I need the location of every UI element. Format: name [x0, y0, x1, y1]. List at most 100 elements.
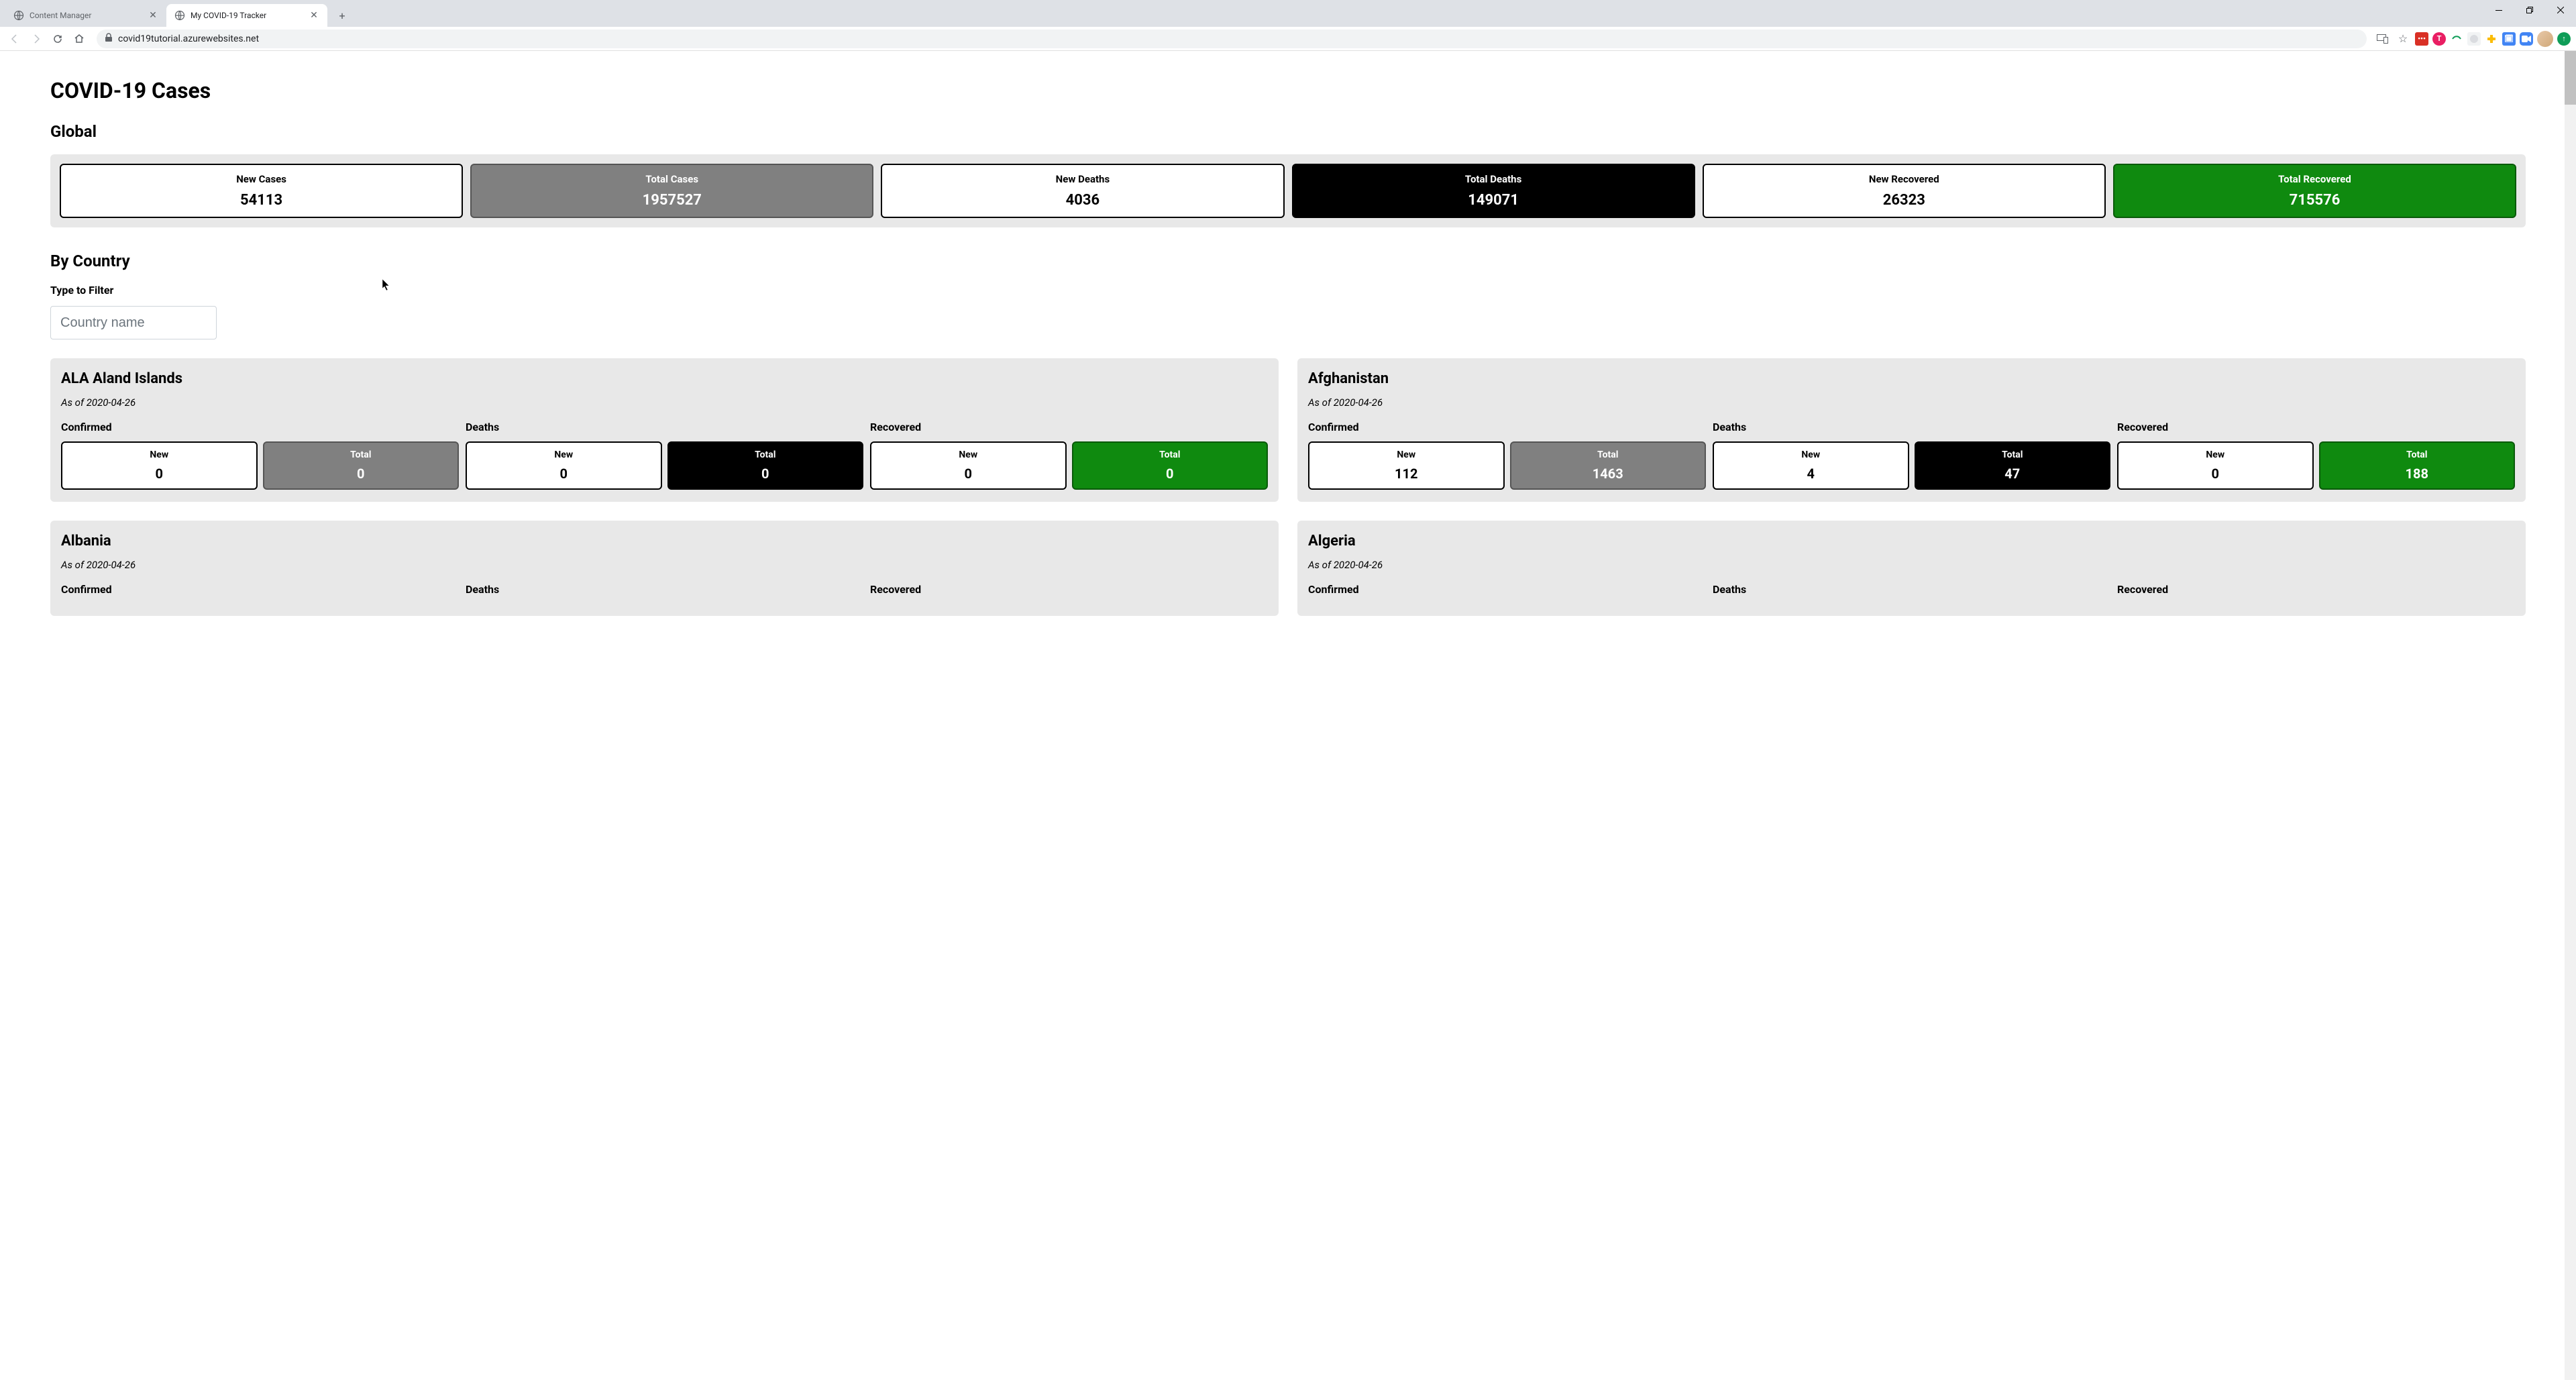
country-name: Albania — [61, 533, 1268, 549]
stat-label: New Deaths — [888, 173, 1277, 185]
metric-new: New0 — [870, 441, 1067, 490]
metric-recovered: Recovered New0 Total188 — [2117, 421, 2515, 490]
close-window-button[interactable] — [2545, 0, 2576, 20]
metric-new: New0 — [466, 441, 662, 490]
back-button[interactable] — [5, 30, 24, 48]
stat-new-recovered: New Recovered 26323 — [1703, 164, 2106, 218]
metric-title: Deaths — [1713, 421, 2110, 433]
extension-update-icon[interactable]: ↑ — [2557, 32, 2571, 46]
country-date: As of 2020-04-26 — [1308, 396, 2515, 409]
device-toolbar-icon[interactable] — [2375, 31, 2391, 47]
by-country-heading: By Country — [50, 252, 2526, 270]
metric-title: Deaths — [1713, 583, 2110, 596]
extension-pink-icon[interactable]: T — [2432, 32, 2446, 46]
window-controls — [2483, 0, 2576, 27]
close-icon[interactable]: ✕ — [148, 10, 158, 21]
country-filter-input[interactable] — [50, 306, 217, 339]
metric-deaths: Deaths New4 Total47 — [1713, 421, 2110, 490]
maximize-button[interactable] — [2514, 0, 2545, 20]
metric-confirmed: Confirmed — [61, 583, 459, 604]
metric-title: Recovered — [870, 421, 1268, 433]
browser-tab-inactive[interactable]: Content Manager ✕ — [5, 4, 166, 27]
metric-title: Confirmed — [61, 421, 459, 433]
metric-title: Confirmed — [1308, 583, 1706, 596]
metric-title: Deaths — [466, 421, 863, 433]
tab-title: My COVID-19 Tracker — [191, 11, 309, 20]
stat-new-cases: New Cases 54113 — [60, 164, 463, 218]
metric-title: Recovered — [2117, 583, 2515, 596]
metrics-row: Confirmed New0 Total0 Deaths New0 Total0… — [61, 421, 1268, 490]
metric-confirmed: Confirmed — [1308, 583, 1706, 604]
address-bar[interactable]: covid19tutorial.azurewebsites.net — [97, 30, 2367, 48]
country-card: ALA Aland Islands As of 2020-04-26 Confi… — [50, 358, 1279, 502]
country-name: Afghanistan — [1308, 370, 2515, 387]
metric-total: Total47 — [1915, 441, 2111, 490]
metric-recovered: Recovered — [2117, 583, 2515, 604]
metric-new: New0 — [61, 441, 258, 490]
close-icon[interactable]: ✕ — [309, 10, 319, 21]
browser-tab-active[interactable]: My COVID-19 Tracker ✕ — [166, 4, 327, 27]
toolbar-actions: ☆ ••• T 🗓 ↑ — [2375, 31, 2571, 47]
metric-deaths: Deaths — [1713, 583, 2110, 604]
country-card: Albania As of 2020-04-26 Confirmed Death… — [50, 521, 1279, 616]
global-stats-panel: New Cases 54113 Total Cases 1957527 New … — [50, 154, 2526, 227]
stat-value: 149071 — [1299, 192, 1688, 209]
stat-value: 26323 — [1709, 192, 2099, 209]
metric-deaths: Deaths New0 Total0 — [466, 421, 863, 490]
metric-recovered: Recovered New0 Total0 — [870, 421, 1268, 490]
metric-total: Total0 — [1072, 441, 1269, 490]
page-content: COVID-19 Cases Global New Cases 54113 To… — [0, 51, 2576, 643]
metrics-row: Confirmed Deaths Recovered — [61, 583, 1268, 604]
extension-green-icon[interactable] — [2450, 32, 2463, 46]
browser-tab-strip: Content Manager ✕ My COVID-19 Tracker ✕ … — [0, 0, 2576, 27]
metric-new: New4 — [1713, 441, 1909, 490]
page-title: COVID-19 Cases — [50, 78, 2526, 103]
stat-label: Total Cases — [477, 173, 867, 185]
metric-title: Confirmed — [1308, 421, 1706, 433]
stat-value: 1957527 — [477, 192, 867, 209]
tab-title: Content Manager — [30, 11, 148, 20]
stat-value: 4036 — [888, 192, 1277, 209]
stat-label: Total Deaths — [1299, 173, 1688, 185]
new-tab-button[interactable]: + — [333, 6, 352, 25]
home-button[interactable] — [70, 30, 89, 48]
extension-blue-icon[interactable]: 🗓 — [2502, 32, 2516, 46]
metric-new: New112 — [1308, 441, 1505, 490]
metrics-row: Confirmed New112 Total1463 Deaths New4 T… — [1308, 421, 2515, 490]
extension-puzzle-icon[interactable] — [2485, 32, 2498, 46]
metric-new: New0 — [2117, 441, 2314, 490]
profile-avatar[interactable] — [2537, 31, 2553, 47]
metric-confirmed: Confirmed New0 Total0 — [61, 421, 459, 490]
reload-button[interactable] — [48, 30, 67, 48]
lock-icon — [105, 33, 113, 44]
extension-gray-icon[interactable] — [2467, 32, 2481, 46]
global-heading: Global — [50, 122, 2526, 141]
bookmark-star-icon[interactable]: ☆ — [2395, 31, 2411, 47]
metric-deaths: Deaths — [466, 583, 863, 604]
metric-title: Deaths — [466, 583, 863, 596]
metric-confirmed: Confirmed New112 Total1463 — [1308, 421, 1706, 490]
forward-button[interactable] — [27, 30, 46, 48]
country-date: As of 2020-04-26 — [1308, 559, 2515, 571]
extension-lastpass-icon[interactable]: ••• — [2415, 32, 2428, 46]
metric-total: Total1463 — [1510, 441, 1707, 490]
metric-total: Total0 — [263, 441, 460, 490]
stat-new-deaths: New Deaths 4036 — [881, 164, 1284, 218]
metric-total: Total188 — [2319, 441, 2516, 490]
filter-label: Type to Filter — [50, 284, 2526, 297]
country-card: Algeria As of 2020-04-26 Confirmed Death… — [1297, 521, 2526, 616]
stat-total-recovered: Total Recovered 715576 — [2113, 164, 2516, 218]
country-name: ALA Aland Islands — [61, 370, 1268, 387]
extension-zoom-icon[interactable] — [2520, 32, 2533, 46]
country-date: As of 2020-04-26 — [61, 559, 1268, 571]
stat-label: New Cases — [66, 173, 456, 185]
metric-title: Recovered — [2117, 421, 2515, 433]
countries-grid: ALA Aland Islands As of 2020-04-26 Confi… — [50, 358, 2526, 616]
metric-title: Confirmed — [61, 583, 459, 596]
globe-icon — [13, 10, 24, 21]
stat-total-deaths: Total Deaths 149071 — [1292, 164, 1695, 218]
country-name: Algeria — [1308, 533, 2515, 549]
metric-total: Total0 — [667, 441, 864, 490]
stat-label: New Recovered — [1709, 173, 2099, 185]
minimize-button[interactable] — [2483, 0, 2514, 20]
